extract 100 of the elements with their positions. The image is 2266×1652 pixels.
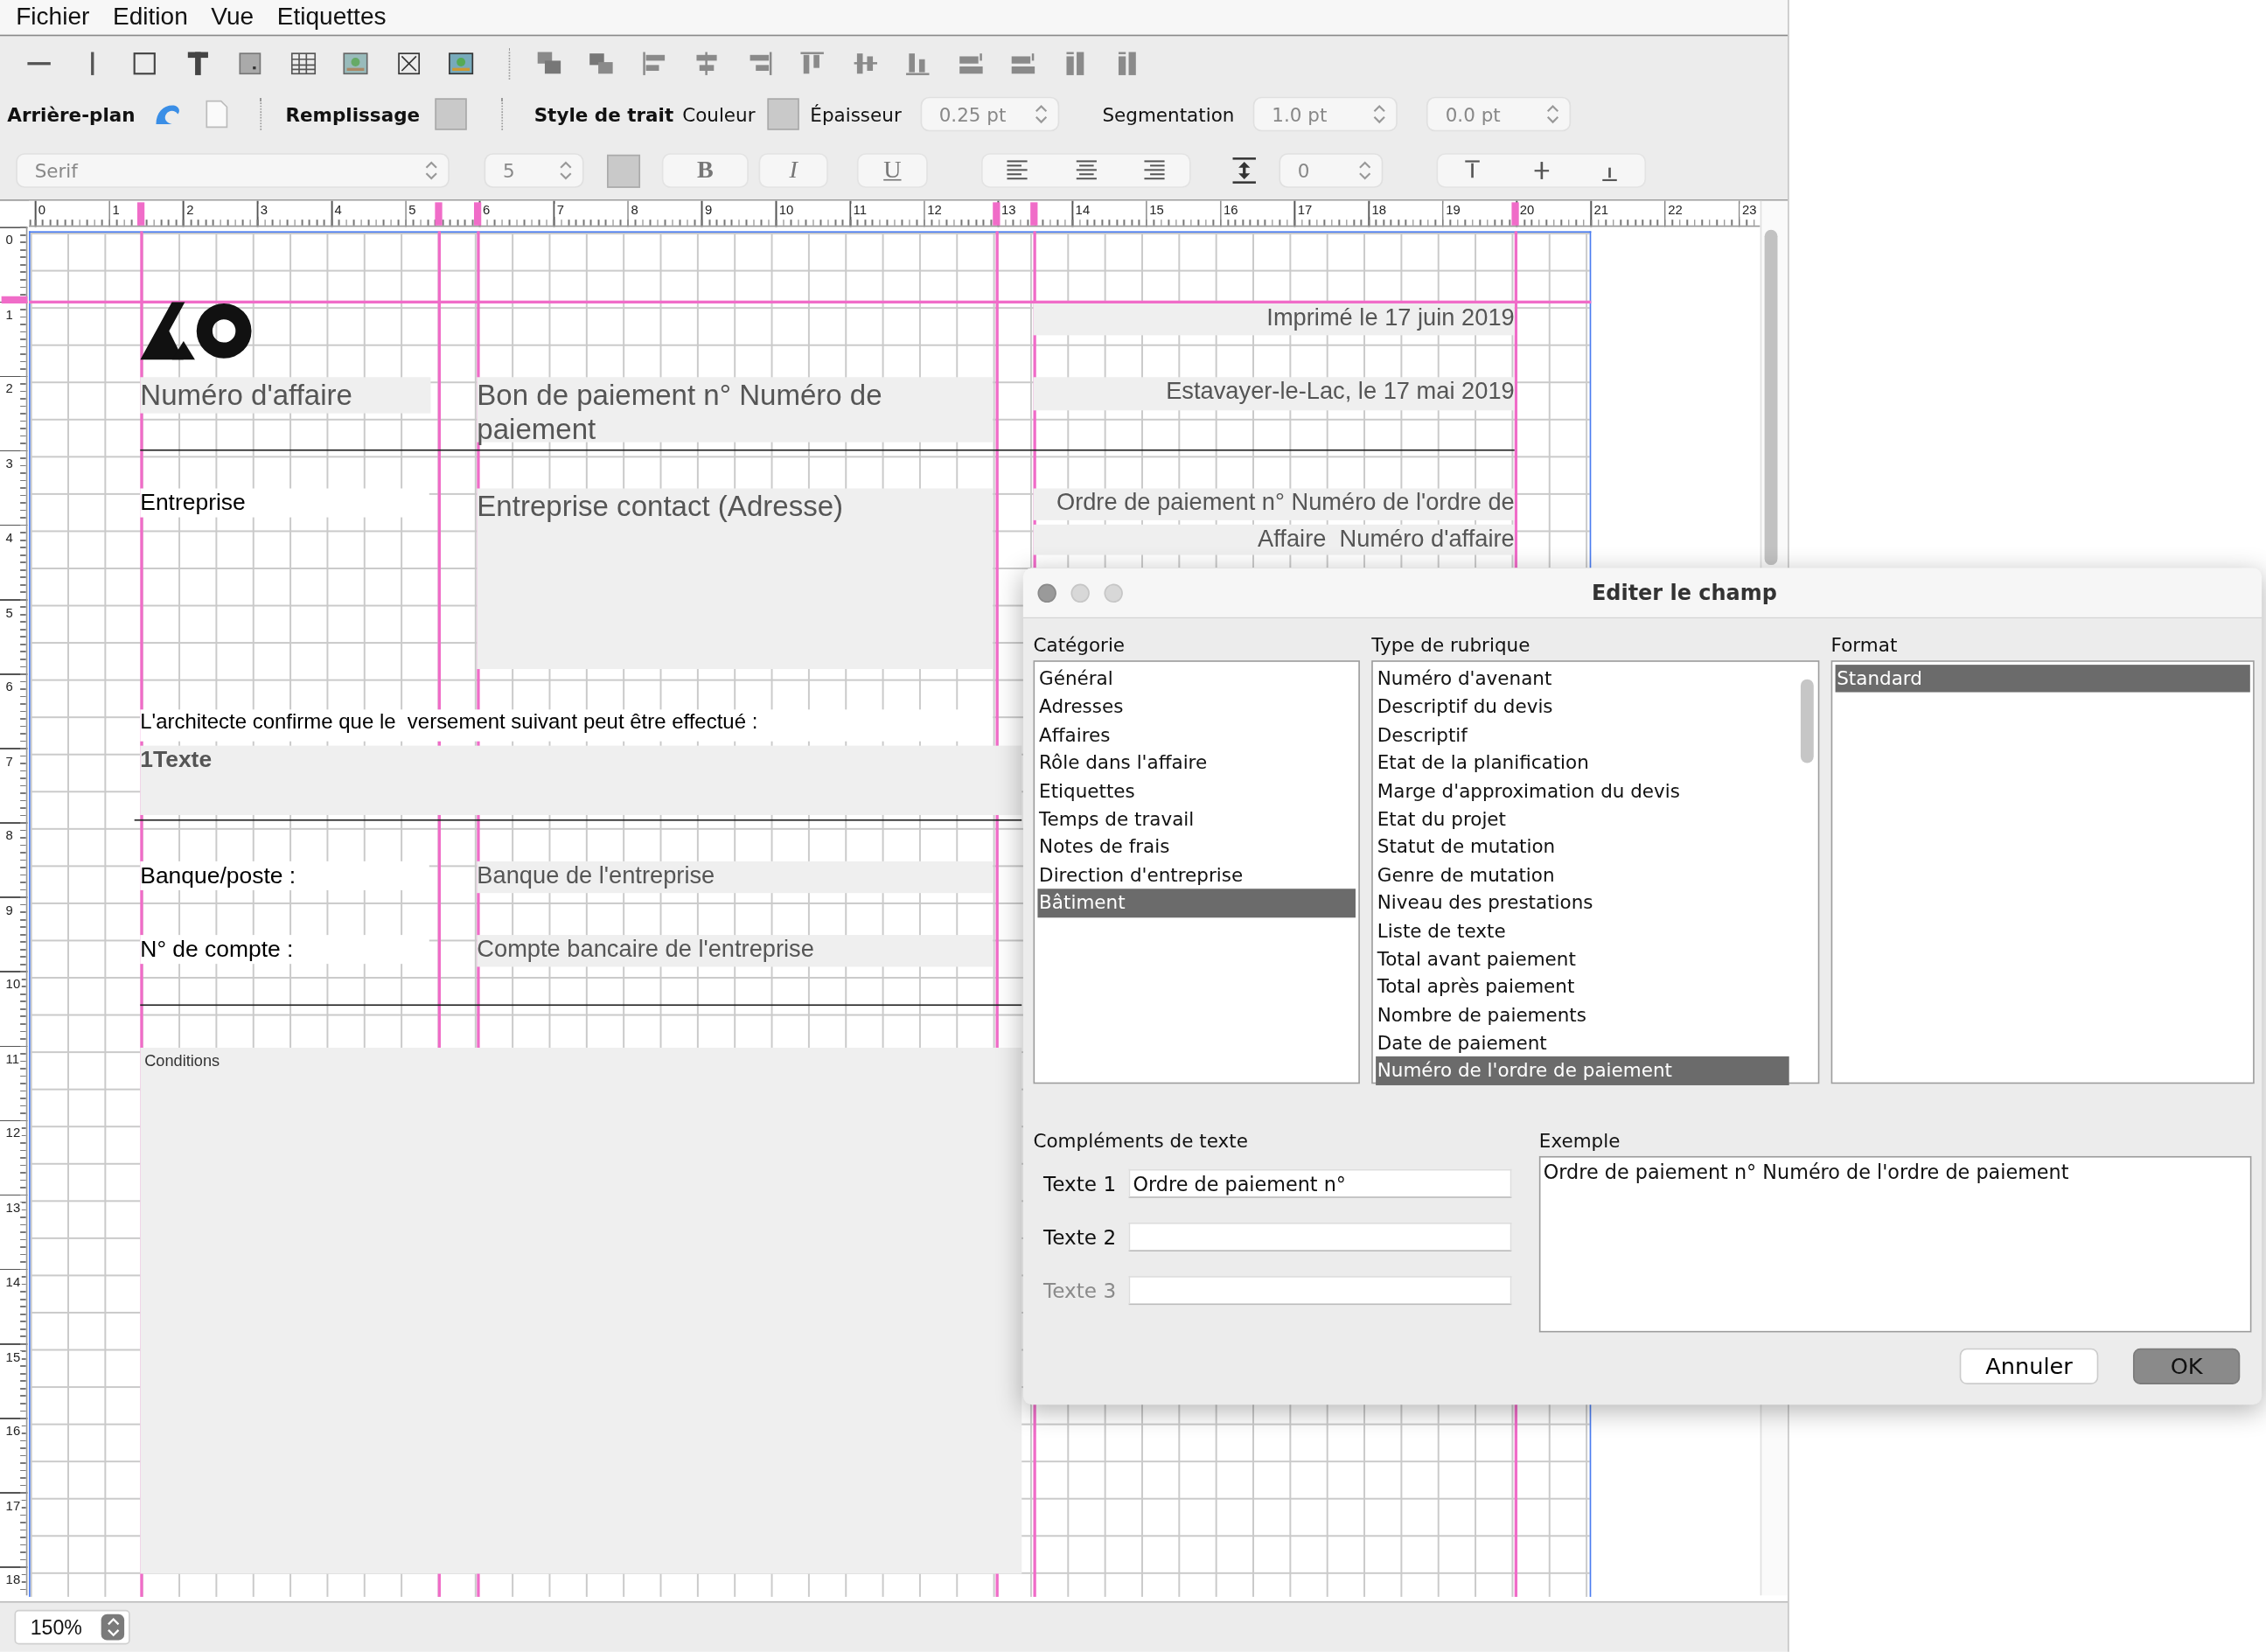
field-label: Texte 3 [1042, 1278, 1118, 1301]
close-button[interactable] [1037, 582, 1056, 603]
ruler-number: 19 [1444, 204, 1462, 217]
ruler-number: 6 [481, 204, 492, 217]
ruler-number: 0 [37, 204, 47, 217]
zoom-button[interactable] [1104, 582, 1123, 603]
list-item[interactable]: Descriptif [1376, 721, 1789, 749]
dialog-title: Editer le champ [1591, 581, 1777, 604]
zoom-field[interactable]: 150% [14, 1609, 130, 1645]
list-item[interactable]: Rôle dans l'affaire [1037, 749, 1356, 777]
ruler-number: 17 [1296, 204, 1314, 217]
ok-button[interactable]: OK [2132, 1348, 2241, 1384]
list-item[interactable]: Genre de mutation [1376, 861, 1789, 889]
guide-marker[interactable] [1511, 202, 1519, 226]
guide-marker[interactable] [435, 202, 443, 226]
menu-item[interactable]: Fichier [5, 3, 103, 32]
field-label: Texte 1 [1042, 1171, 1118, 1195]
text-field[interactable]: Imprimé le 17 juin 2019 [1033, 303, 1515, 336]
field-label: Banque/poste : [140, 861, 429, 890]
text-field[interactable]: Numéro d'affaire [140, 377, 431, 414]
menu-item[interactable]: Etiquettes [267, 3, 400, 32]
text-input[interactable] [1128, 1222, 1512, 1251]
ruler-number: 16 [1222, 204, 1240, 217]
conditions-field[interactable]: Conditions [140, 1048, 1022, 1574]
ruler-number: 15 [1147, 204, 1166, 217]
ruler-number: 9 [703, 204, 715, 217]
list-item[interactable]: Date de paiement [1376, 1028, 1789, 1057]
list-item[interactable]: Descriptif du devis [1376, 693, 1789, 721]
guide-marker[interactable] [993, 202, 1001, 226]
list-item[interactable]: Total après paiement [1376, 972, 1789, 1001]
list-item[interactable]: Marge d'approximation du devis [1376, 777, 1789, 805]
text-field[interactable]: Entreprise contact (Adresse) [477, 488, 994, 670]
ruler-number: 4 [3, 532, 15, 545]
list-item[interactable]: Affaires [1037, 721, 1356, 749]
list-item[interactable]: Standard [1835, 665, 2250, 694]
ruler-number: 14 [1073, 204, 1091, 217]
menu-item[interactable]: Vue [200, 3, 268, 32]
section-heading: Exemple [1538, 1129, 1621, 1152]
scrollbar-thumb[interactable] [1800, 679, 1814, 763]
document-icon[interactable] [204, 100, 228, 129]
ruler-number: 21 [1592, 204, 1610, 217]
stepper-icon[interactable] [1373, 103, 1386, 125]
guide-marker[interactable] [1, 296, 28, 303]
stepper-icon[interactable] [1358, 160, 1372, 181]
list-item[interactable]: Etiquettes [1037, 777, 1356, 805]
stroke-swatch[interactable] [766, 98, 799, 130]
minimize-button[interactable] [1070, 582, 1090, 603]
list-item[interactable]: Notes de frais [1037, 833, 1356, 861]
text-style-button[interactable]: I [760, 154, 827, 187]
stepper-icon[interactable] [559, 160, 573, 181]
list-item[interactable]: Liste de texte [1376, 917, 1789, 945]
text-field[interactable]: 1Texte [140, 745, 1022, 815]
list-heading: Format [1830, 633, 1898, 656]
stepper-icon[interactable] [424, 160, 438, 181]
ruler-number: 14 [3, 1276, 22, 1289]
stepper-icon[interactable] [1546, 103, 1560, 125]
list-item[interactable]: Bâtiment [1037, 889, 1356, 917]
list-item[interactable]: Numéro d'avenant [1376, 665, 1789, 694]
list-item[interactable]: Statut de mutation [1376, 833, 1789, 861]
section-heading: Compléments de texte [1033, 1129, 1248, 1152]
example-preview: Ordre de paiement n° Numéro de l'ordre de paiement [1538, 1155, 2252, 1333]
text-field[interactable]: Estavayer-le-Lac, le 17 mai 2019 [1033, 377, 1515, 411]
scrollbar-thumb[interactable] [1764, 229, 1778, 566]
list-item[interactable]: Général [1037, 665, 1356, 694]
text-style-button[interactable]: U [858, 154, 927, 187]
list-item[interactable]: Temps de travail [1037, 805, 1356, 833]
list-item[interactable]: Numéro de l'ordre de paiement [1376, 1056, 1789, 1085]
text-field[interactable]: Compte bancaire de l'entreprise [477, 935, 994, 967]
list-item[interactable]: Niveau des prestations [1376, 889, 1789, 917]
list-item[interactable]: Etat de la planification [1376, 749, 1789, 777]
text-field[interactable]: Ordre de paiement n° Numéro de l'ordre de [1033, 488, 1515, 520]
menu-item[interactable]: Edition [102, 3, 201, 32]
stepper-icon[interactable] [1034, 103, 1048, 125]
cancel-button[interactable]: Annuler [1959, 1348, 2099, 1384]
guide-marker[interactable] [1030, 202, 1038, 226]
fill-swatch[interactable] [434, 98, 466, 130]
ruler-number: 10 [777, 204, 795, 217]
ruler-number: 3 [259, 204, 269, 217]
ruler-number: 7 [555, 204, 566, 217]
color-label: Couleur [682, 103, 756, 125]
field-label: Entreprise [140, 488, 429, 518]
dash-label: Segmentation [1102, 103, 1235, 125]
list-heading: Catégorie [1033, 633, 1126, 656]
list-heading: Type de rubrique [1371, 633, 1530, 656]
list-item[interactable]: Nombre de paiements [1376, 1000, 1789, 1029]
field-label: Texte 2 [1042, 1224, 1118, 1248]
field-label: N° de compte : [140, 935, 429, 965]
guide-marker[interactable] [137, 202, 145, 226]
text-field[interactable]: Banque de l'entreprise [477, 861, 994, 894]
guide-marker[interactable] [474, 202, 482, 226]
text-color-swatch[interactable] [607, 154, 640, 187]
ruler-number: 13 [1000, 204, 1018, 217]
text-input[interactable]: Ordre de paiement n° [1128, 1168, 1512, 1198]
text-field[interactable]: Affaire Numéro d'affaire [1033, 524, 1515, 555]
list-item[interactable]: Total avant paiement [1376, 944, 1789, 973]
text-style-button[interactable]: B [663, 154, 748, 187]
list-item[interactable]: Etat du projet [1376, 805, 1789, 833]
ruler-number: 2 [185, 204, 196, 217]
list-item[interactable]: Direction d'entreprise [1037, 861, 1356, 889]
list-item[interactable]: Adresses [1037, 693, 1356, 721]
